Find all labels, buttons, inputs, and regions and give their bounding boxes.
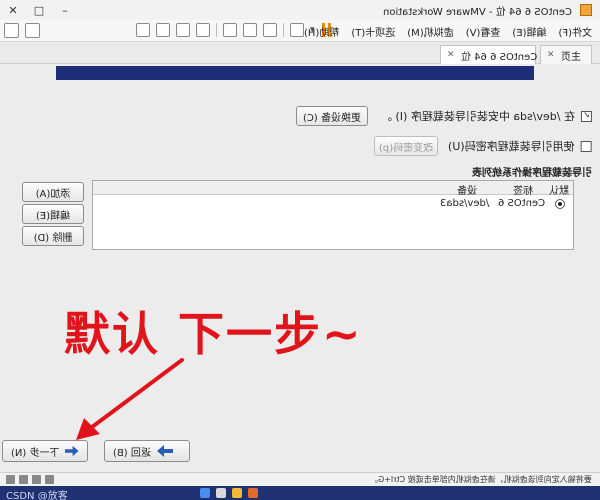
- tab-home[interactable]: ✕ 主页: [540, 45, 592, 64]
- close-window-button[interactable]: ✕: [0, 0, 26, 20]
- toolbar-separator: [216, 23, 217, 37]
- vmware-taskbar-icon[interactable]: [248, 488, 258, 498]
- send-ctrl-alt-del-icon[interactable]: [290, 23, 304, 37]
- annotation-text: 默认 下一步~: [64, 307, 363, 361]
- network-icon[interactable]: [32, 475, 41, 484]
- library-view-icon[interactable]: [176, 23, 190, 37]
- os-list-title: 引导装载程序操作系统列表: [472, 168, 592, 179]
- guest-screen[interactable]: ✓ 在 /dev/sda 中安装引导装载程序 (I) 。 更换设备 (C) 使用…: [0, 64, 600, 472]
- status-hint: 要将输入定向到该虚拟机，请在虚拟机内部单击或按 Ctrl+G。: [370, 475, 592, 484]
- view-mode-icons: [4, 23, 40, 38]
- tab-label: 主页: [560, 51, 581, 63]
- tab-centos-vm[interactable]: ✕ CentOS 6 64 位: [440, 45, 537, 64]
- start-icon[interactable]: [200, 488, 210, 498]
- row-device: /dev/sda3: [439, 198, 489, 209]
- edit-button[interactable]: 编辑(E): [22, 204, 84, 224]
- usb-icon[interactable]: [45, 475, 54, 484]
- window-controls: ✕ □ –: [0, 0, 78, 20]
- default-radio[interactable]: [555, 199, 565, 209]
- back-button[interactable]: 返回 (B): [104, 440, 190, 462]
- next-label: 下一步 (N): [11, 447, 60, 459]
- delete-button[interactable]: 删除 (D): [22, 226, 84, 246]
- column-label: 标签: [513, 186, 533, 197]
- use-password-checkbox[interactable]: [581, 140, 592, 152]
- stretch-guest-icon[interactable]: [196, 23, 210, 37]
- annotation-arrow-icon: [76, 358, 184, 440]
- arrow-right-icon: [65, 445, 79, 457]
- close-tab-icon[interactable]: ✕: [547, 50, 555, 60]
- table-header: 默认 标签 设备: [93, 181, 573, 197]
- watermark: CSDN @放客: [6, 491, 68, 500]
- menu-tabs[interactable]: 选项卡(T): [351, 24, 395, 39]
- thumbnail-view-icon[interactable]: [156, 23, 170, 37]
- column-device: 设备: [457, 186, 477, 197]
- status-bar: 要将输入定向到该虚拟机，请在虚拟机内部单击或按 Ctrl+G。: [0, 472, 600, 486]
- hdd-icon[interactable]: [6, 475, 15, 484]
- column-default: 默认: [549, 186, 569, 197]
- menu-file[interactable]: 文件(F): [558, 24, 592, 39]
- fullscreen-icon[interactable]: [4, 23, 19, 38]
- window-title: CentOS 6 64 位 - VMware Workstation: [383, 7, 572, 18]
- minimize-window-button[interactable]: –: [52, 0, 78, 20]
- menu-items: 文件(F) 编辑(E) 查看(V) 虚拟机(M) 选项卡(T) 帮助(H): [304, 24, 592, 39]
- installer-banner: [56, 66, 534, 80]
- bootloader-os-table[interactable]: 默认 标签 设备 CentOS 6 /dev/sda3: [92, 180, 574, 250]
- title-bar: ✕ □ – CentOS 6 64 位 - VMware Workstation: [0, 0, 600, 20]
- table-row[interactable]: CentOS 6 /dev/sda3: [93, 197, 573, 211]
- device-status-icons: [6, 475, 54, 484]
- use-password-label: 使用引导装载程序密码(U): [448, 140, 575, 153]
- menu-view[interactable]: 查看(V): [466, 24, 501, 39]
- tab-bar: ✕ CentOS 6 64 位 ✕ 主页: [0, 42, 600, 64]
- tab-label: CentOS 6 64 位: [460, 51, 537, 63]
- console-view-icon[interactable]: [136, 23, 150, 37]
- unity-icon[interactable]: [25, 23, 40, 38]
- use-password-row: 使用引导装载程序密码(U): [448, 138, 592, 154]
- install-bootloader-label: 在 /dev/sda 中安装引导装载程序 (I) 。: [381, 110, 575, 123]
- revert-snapshot-icon[interactable]: [243, 23, 257, 37]
- snapshot-manager-icon[interactable]: [223, 23, 237, 37]
- next-button[interactable]: 下一步 (N): [2, 440, 88, 462]
- vmware-app-icon: [580, 4, 592, 16]
- cd-icon[interactable]: [19, 475, 28, 484]
- install-bootloader-checkbox[interactable]: ✓: [581, 110, 592, 122]
- menu-vm[interactable]: 虚拟机(M): [407, 24, 453, 39]
- menu-bar: ▾ 文件(F) 编辑(E) 查看(V) 虚拟机(M) 选项卡(T) 帮助(H): [0, 20, 600, 42]
- menu-help[interactable]: 帮助(H): [304, 24, 339, 39]
- toolbar-separator: [283, 23, 284, 37]
- close-tab-icon[interactable]: ✕: [447, 50, 455, 60]
- add-button[interactable]: 添加(A): [22, 182, 84, 202]
- change-password-button[interactable]: 改变密码(p): [374, 136, 438, 156]
- arrow-left-icon: [156, 445, 173, 457]
- take-snapshot-icon[interactable]: [263, 23, 277, 37]
- back-label: 返回 (B): [113, 447, 151, 459]
- install-bootloader-row: ✓ 在 /dev/sda 中安装引导装载程序 (I) 。: [381, 108, 592, 124]
- host-taskbar: CSDN @放客: [0, 486, 600, 500]
- row-label: CentOS 6: [497, 198, 545, 209]
- explorer-icon[interactable]: [232, 488, 242, 498]
- change-device-button[interactable]: 更换设备 (C): [296, 106, 368, 126]
- menu-edit[interactable]: 编辑(E): [512, 24, 546, 39]
- search-icon[interactable]: [216, 488, 226, 498]
- taskbar-icons: [200, 488, 258, 498]
- maximize-window-button[interactable]: □: [26, 0, 52, 20]
